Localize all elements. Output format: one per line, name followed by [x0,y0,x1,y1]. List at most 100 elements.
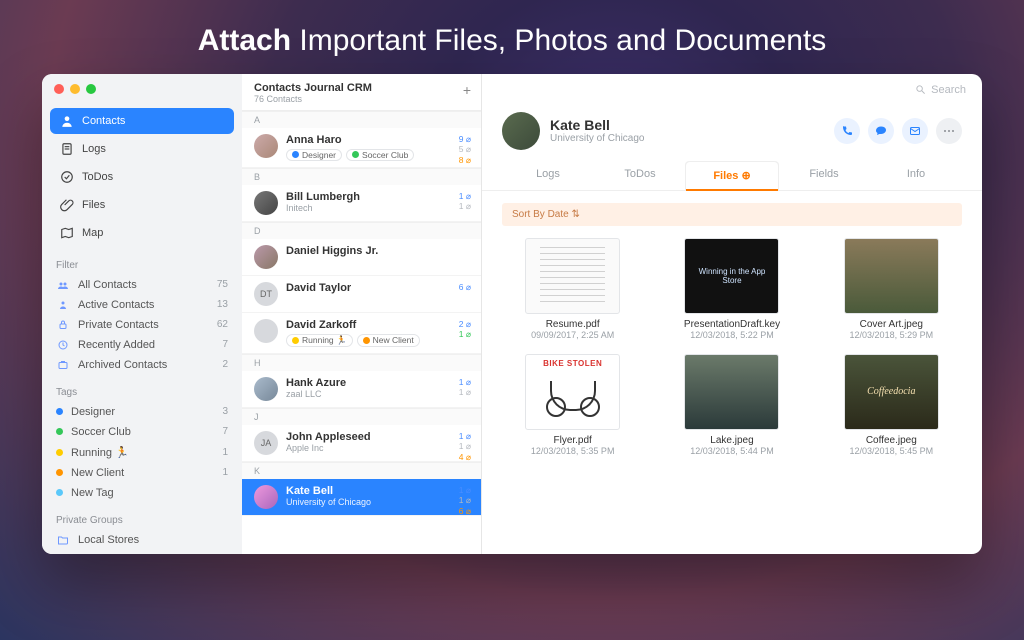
contact-avatar [502,112,540,150]
file-thumbnail [684,354,779,430]
avatar [254,377,278,401]
contact-sub: Apple Inc [286,443,371,453]
tab-files[interactable]: Files ⊕ [686,161,778,191]
file-item[interactable]: Winning in the App StorePresentationDraf… [661,238,802,340]
contact-row[interactable]: Daniel Higgins Jr. [242,239,481,276]
contact-row[interactable]: Hank Azurezaal LLC1 ⌀1 ⌀ [242,371,481,408]
tag-label: Soccer Club [71,426,131,438]
note-icon [60,142,74,156]
search-field[interactable]: Search [915,84,966,96]
filter-item[interactable]: Recently Added7 [42,335,242,355]
tag-item[interactable]: Soccer Club7 [42,422,242,442]
tab-info[interactable]: Info [870,160,962,190]
filter-icon [56,279,70,291]
mail-icon [909,125,921,137]
filter-label: Private Contacts [78,319,159,331]
contact-name: David Taylor [286,282,351,294]
tag-dot-icon [56,428,63,435]
tab-logs[interactable]: Logs [502,160,594,190]
list-subtitle: 76 Contacts [254,94,469,104]
file-date: 12/03/2018, 5:44 PM [661,446,802,456]
nav-label: Logs [82,143,106,155]
ellipsis-icon [943,129,955,133]
avatar: DT [254,282,278,306]
message-button[interactable] [868,118,894,144]
contact-sub: University of Chicago [286,497,371,507]
filter-icon [56,339,70,351]
file-thumbnail: BIKE STOLEN [525,354,620,430]
contact-row[interactable]: Anna HaroDesignerSoccer Club9 ⌀5 ⌀8 ⌀ [242,128,481,168]
section-letter: B [242,168,481,185]
thumbnail-text: BIKE STOLEN [526,359,619,368]
group-label: Local Stores [78,534,139,546]
tag-count: 1 [222,447,228,458]
file-thumbnail: Coffeedocia [844,354,939,430]
close-icon[interactable] [54,84,64,94]
filter-item[interactable]: Active Contacts13 [42,295,242,315]
tags-header: Tags [42,375,242,402]
contact-row[interactable]: Bill LumberghInitech1 ⌀1 ⌀ [242,185,481,222]
contact-counts: 1 ⌀1 ⌀4 ⌀ [459,431,471,463]
call-button[interactable] [834,118,860,144]
file-item[interactable]: Lake.jpeg12/03/2018, 5:44 PM [661,354,802,456]
file-item[interactable]: BIKE STOLEN Flyer.pdf12/03/2018, 5:35 PM [502,354,643,456]
contact-subtitle: University of Chicago [550,133,644,144]
file-date: 12/03/2018, 5:22 PM [661,330,802,340]
nav-logs[interactable]: Logs [50,136,234,162]
zoom-icon[interactable] [86,84,96,94]
tab-todos[interactable]: ToDos [594,160,686,190]
filter-icon [56,319,70,331]
section-letter: J [242,408,481,425]
map-icon [60,226,74,240]
nav-files[interactable]: Files [50,192,234,218]
filter-label: Active Contacts [78,299,154,311]
add-contact-button[interactable]: + [463,82,471,98]
section-letter: H [242,354,481,371]
section-letter: A [242,111,481,128]
bike-icon [550,381,596,411]
contact-counts: 2 ⌀1 ⌀ [459,319,471,340]
tag-dot-icon [56,469,63,476]
file-item[interactable]: Cover Art.jpeg12/03/2018, 5:29 PM [821,238,962,340]
contact-row[interactable]: David ZarkoffRunning 🏃New Client2 ⌀1 ⌀ [242,313,481,354]
contact-row[interactable]: DTDavid Taylor6 ⌀ [242,276,481,313]
avatar [254,134,278,158]
email-button[interactable] [902,118,928,144]
groups-header: Private Groups [42,503,242,530]
marketing-headline: Attach Important Files, Photos and Docum… [198,22,827,60]
tab-fields[interactable]: Fields [778,160,870,190]
contact-row[interactable]: Kate BellUniversity of Chicago1 ⌀1 ⌀6 ⌀ [242,479,481,516]
contact-tag: Soccer Club [346,149,414,161]
filter-item[interactable]: Archived Contacts2 [42,355,242,375]
sort-bar[interactable]: Sort By Date ⇅ [502,203,962,226]
file-item[interactable]: CoffeedociaCoffee.jpeg12/03/2018, 5:45 P… [821,354,962,456]
filter-count: 2 [222,359,228,370]
contact-counts: 9 ⌀5 ⌀8 ⌀ [459,134,471,166]
file-name: Flyer.pdf [502,435,643,446]
file-date: 12/03/2018, 5:45 PM [821,446,962,456]
filter-label: Recently Added [78,339,155,351]
tag-dot-icon [56,449,63,456]
filter-count: 62 [217,319,228,330]
tag-item[interactable]: New Client1 [42,463,242,483]
file-date: 12/03/2018, 5:35 PM [502,446,643,456]
nav-label: ToDos [82,171,113,183]
search-placeholder: Search [931,84,966,96]
more-button[interactable] [936,118,962,144]
nav-todos[interactable]: ToDos [50,164,234,190]
filter-item[interactable]: Private Contacts 62 [42,315,242,335]
contact-row[interactable]: JAJohn AppleseedApple Inc1 ⌀1 ⌀4 ⌀ [242,425,481,462]
tag-label: New Tag [71,487,114,499]
contact-counts: 1 ⌀1 ⌀6 ⌀ [459,485,471,517]
minimize-icon[interactable] [70,84,80,94]
tag-item[interactable]: Running 🏃1 [42,442,242,463]
nav-map[interactable]: Map [50,220,234,246]
group-item[interactable]: Local Stores [42,530,242,550]
file-item[interactable]: Resume.pdf09/09/2017, 2:25 AM [502,238,643,340]
filter-item[interactable]: All Contacts75 [42,275,242,295]
avatar [254,485,278,509]
tag-item[interactable]: New Tag [42,483,242,503]
nav-contacts[interactable]: Contacts [50,108,234,134]
tag-item[interactable]: Designer3 [42,402,242,422]
thumbnail-text: Coffeedocia [867,386,915,397]
